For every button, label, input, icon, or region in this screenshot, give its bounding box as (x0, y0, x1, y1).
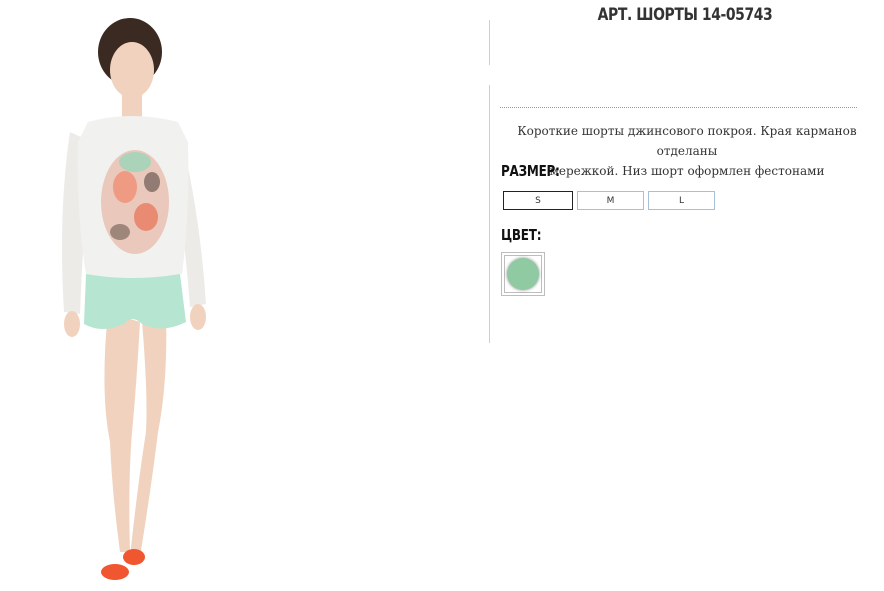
product-photo (50, 12, 225, 590)
color-swatch-mint[interactable] (501, 252, 545, 296)
size-selector: S M L (503, 191, 715, 210)
vertical-divider-top (489, 20, 490, 65)
swatch-color-dot (507, 258, 539, 290)
vertical-divider (489, 85, 490, 343)
size-label: РАЗМЕР: (501, 162, 560, 180)
product-title: АРТ. ШОРТЫ 14-05743 (597, 5, 773, 25)
size-option-l[interactable]: L (648, 191, 715, 210)
dotted-separator (500, 107, 857, 108)
size-option-s[interactable]: S (503, 191, 573, 210)
color-label: ЦВЕТ: (501, 226, 542, 244)
size-option-m[interactable]: M (577, 191, 644, 210)
description-line-1: Короткие шорты джинсового покроя. Края к… (517, 124, 857, 158)
swatch-frame (504, 255, 542, 293)
model-illustration (62, 18, 206, 580)
